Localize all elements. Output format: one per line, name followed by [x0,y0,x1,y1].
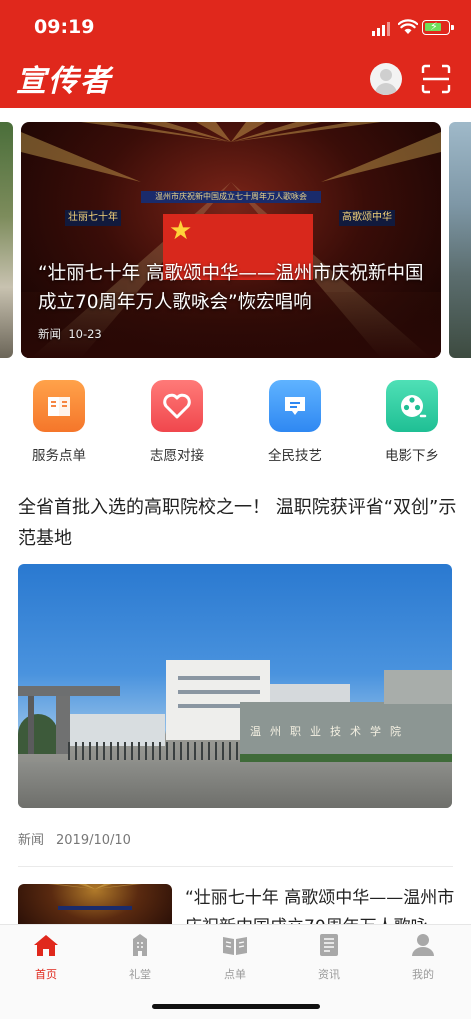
app-logo: 宣传者 [16,64,112,99]
featured-article-title[interactable]: 全省首批入选的高职院校之一！ 温职院获评省“双创”示范基地 [18,492,458,554]
service-item-order[interactable]: 服务点单 [9,380,109,464]
tab-home[interactable]: 首页 [16,933,76,982]
wifi-icon [398,19,418,34]
slide-meta: 新闻 10-23 [38,326,102,342]
service-label: 电影下乡 [385,448,439,464]
tab-label: 我的 [412,968,434,981]
user-avatar-icon[interactable] [370,63,402,95]
carousel-next-slide[interactable] [449,122,471,358]
service-label: 志愿对接 [150,448,204,464]
tab-auditorium[interactable]: 礼堂 [110,933,170,982]
featured-article-meta: 新闻 2019/10/10 [18,829,131,848]
service-item-volunteer[interactable]: 志愿对接 [127,380,227,464]
home-icon [34,935,58,956]
carousel-prev-slide[interactable] [0,122,13,358]
tab-news[interactable]: 资讯 [299,933,359,982]
star-icon: ★ [169,216,193,246]
campus-sign-text: 温州职业技术学院 [250,725,410,738]
tab-label: 点单 [224,968,246,981]
bottom-tab-bar: 首页 礼堂 点单 资讯 我的 [0,924,471,1019]
scan-icon[interactable] [421,64,451,94]
book-icon [33,380,85,432]
cellular-signal-icon [372,22,392,36]
featured-category: 新闻 [18,833,45,848]
service-grid: 服务点单 志愿对接 全民技艺 电影下乡 [0,372,471,472]
home-indicator [152,1004,320,1009]
service-label: 全民技艺 [268,448,322,464]
slide-date: 10-23 [68,327,102,341]
building-icon [133,934,147,956]
tab-label: 资讯 [318,968,340,981]
service-label: 服务点单 [32,448,86,464]
tab-label: 首页 [35,968,57,981]
tab-order[interactable]: 点单 [205,933,265,982]
featured-date: 2019/10/10 [56,833,131,848]
slide-title[interactable]: “壮丽七十年 高歌颂中华——温州市庆祝新中国成立70周年万人歌咏会”恢宏唱响 [38,259,434,317]
chat-icon [269,380,321,432]
slide-category: 新闻 [38,327,61,341]
news-icon [320,934,338,956]
book-open-icon [223,937,247,955]
tab-profile[interactable]: 我的 [393,933,453,982]
heart-icon [151,380,203,432]
carousel-slide[interactable]: 温州市庆祝新中国成立七十周年万人歌咏会 壮丽七十年 高歌颂中华 ★ “壮丽七十年… [21,122,441,358]
stage-left-sign: 壮丽七十年 [65,210,121,226]
service-item-skills[interactable]: 全民技艺 [245,380,345,464]
status-time: 09:19 [34,16,95,38]
service-item-movies[interactable]: 电影下乡 [362,380,462,464]
banner-carousel[interactable]: 温州市庆祝新中国成立七十周年万人歌咏会 壮丽七十年 高歌颂中华 ★ “壮丽七十年… [0,108,471,366]
stage-right-sign: 高歌颂中华 [339,210,395,226]
tab-label: 礼堂 [129,968,151,981]
battery-icon: ⚡ [422,20,454,35]
app-header: 09:19 ⚡ 宣传者 [0,0,471,108]
person-icon [412,934,434,956]
film-reel-icon [386,380,438,432]
featured-article-image[interactable]: 温州职业技术学院 [18,564,452,808]
divider [18,866,453,867]
stage-banner-text: 温州市庆祝新中国成立七十周年万人歌咏会 [141,191,321,203]
